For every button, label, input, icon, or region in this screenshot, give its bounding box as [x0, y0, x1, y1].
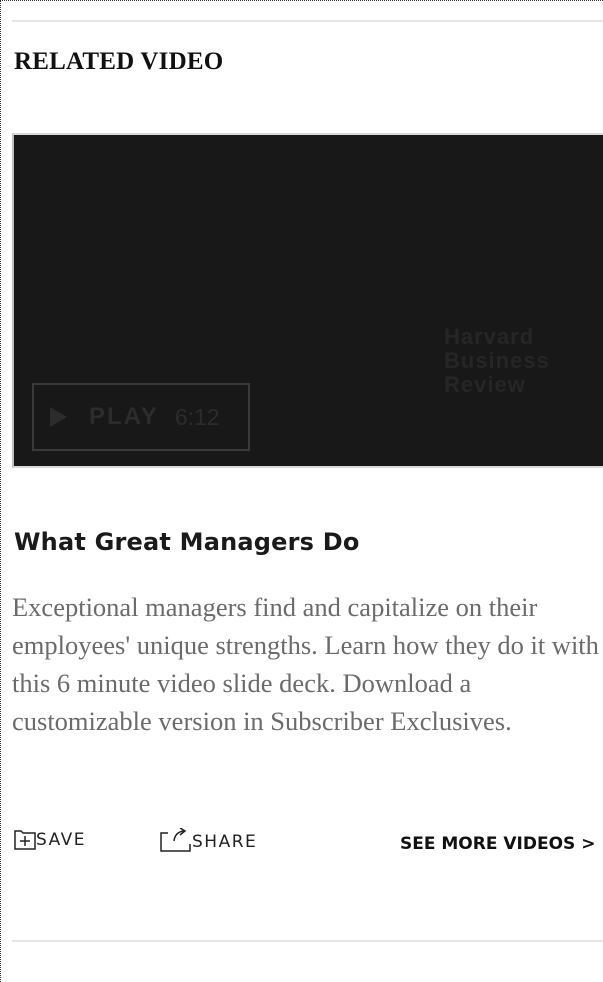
share-button[interactable]: SHARE: [160, 828, 257, 852]
see-more-videos-link[interactable]: SEE MORE VIDEOS >: [400, 834, 595, 854]
save-label: SAVE: [36, 830, 87, 850]
video-title[interactable]: What Great Managers Do: [14, 528, 360, 556]
watermark-line: Harvard: [444, 324, 535, 349]
save-button[interactable]: SAVE: [14, 828, 86, 850]
top-divider: [12, 20, 603, 22]
play-button[interactable]: PLAY 6:12: [32, 383, 250, 451]
play-icon: [50, 407, 67, 427]
video-duration: 6:12: [174, 403, 220, 430]
play-label: PLAY: [89, 403, 159, 430]
video-description: Exceptional managers find and capitalize…: [12, 592, 599, 736]
watermark-line: Review: [444, 372, 526, 397]
bottom-divider: [12, 940, 603, 942]
video-player[interactable]: Harvard Business Review PLAY 6:12: [12, 133, 603, 468]
action-bar: SAVE SHARE SEE MORE VIDEOS >: [12, 828, 603, 858]
share-arrow-icon: [160, 828, 191, 852]
share-label: SHARE: [192, 832, 258, 852]
hbr-watermark: Harvard Business Review: [444, 325, 550, 397]
watermark-line: Business: [444, 348, 550, 373]
section-title: RELATED VIDEO: [14, 48, 224, 75]
folder-plus-icon: [14, 830, 36, 850]
